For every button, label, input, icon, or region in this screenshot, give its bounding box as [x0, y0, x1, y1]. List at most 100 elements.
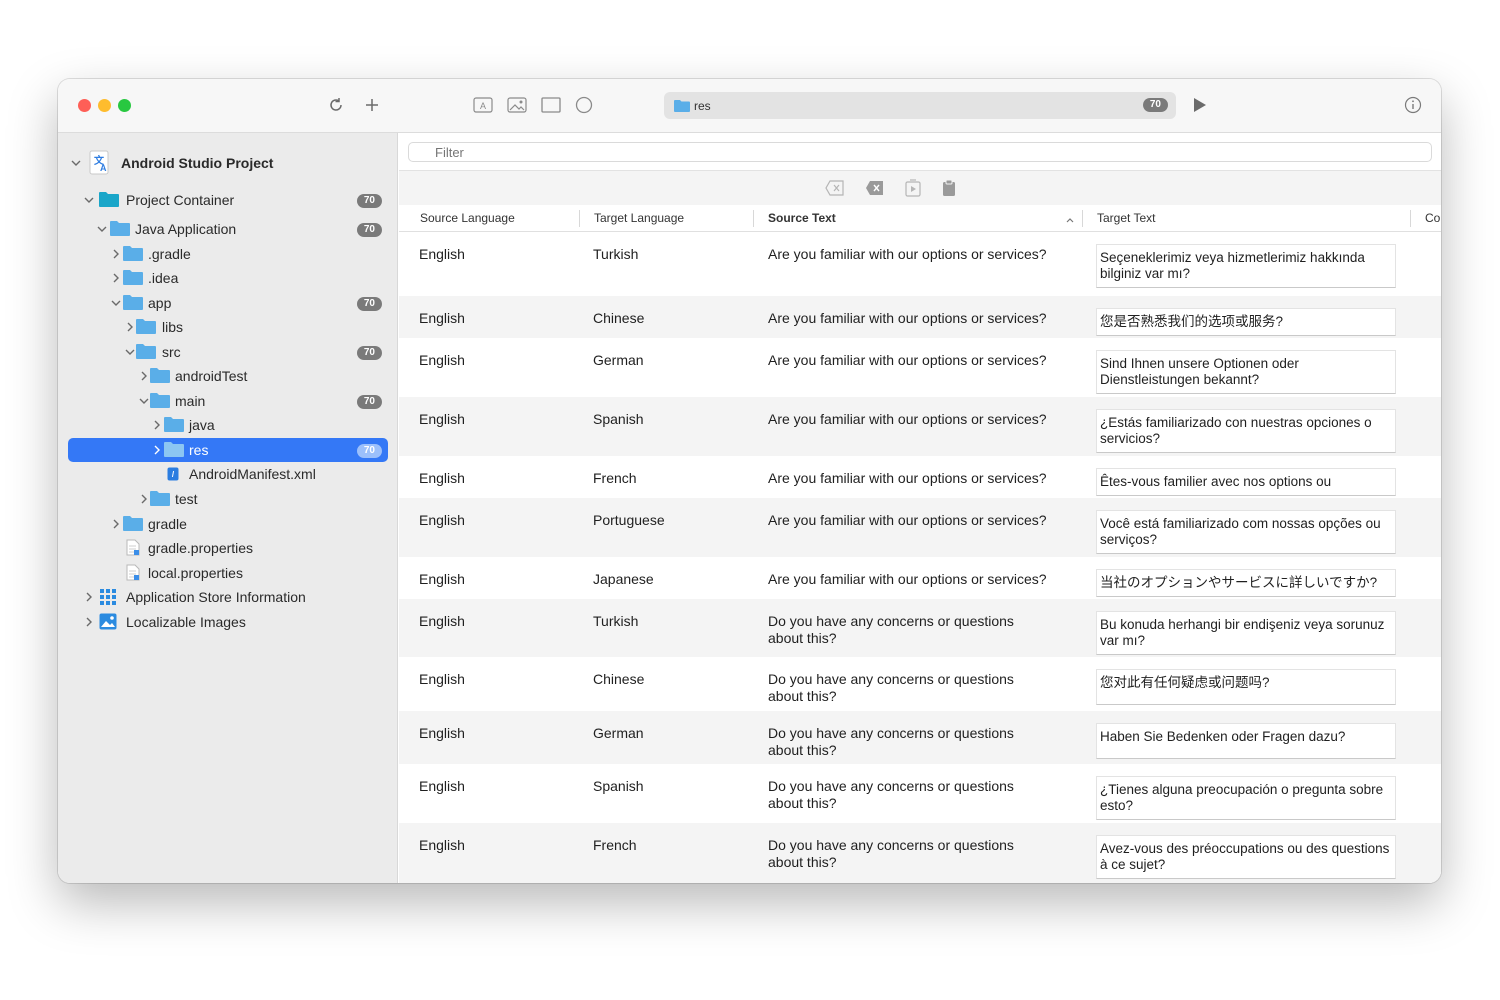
- text-asset-icon[interactable]: A: [471, 93, 495, 117]
- cell-source-text: Do you have any concerns or questions ab…: [768, 837, 1014, 870]
- table-row[interactable]: English Chinese Are you familiar with ou…: [399, 296, 1441, 338]
- clipboard-icon[interactable]: [939, 179, 959, 197]
- clear-translation-icon[interactable]: [825, 179, 845, 197]
- target-text-field[interactable]: 您是否熟悉我们的选项或服务?: [1096, 308, 1396, 336]
- table-row[interactable]: English Portuguese Are you familiar with…: [399, 498, 1441, 557]
- target-text-field[interactable]: Avez-vous des préoccupations ou des ques…: [1096, 835, 1396, 879]
- chevron-right-icon[interactable]: [139, 371, 149, 381]
- chevron-down-icon[interactable]: [84, 195, 94, 205]
- sidebar-item-local-properties[interactable]: local.properties: [68, 561, 388, 585]
- sidebar-item-label: Java Application: [135, 221, 237, 237]
- table-row[interactable]: English Turkish Are you familiar with ou…: [399, 232, 1441, 296]
- table-row[interactable]: English French Are you familiar with our…: [399, 456, 1441, 498]
- chevron-right-icon[interactable]: [84, 592, 94, 602]
- sidebar-item-gradle[interactable]: gradle: [68, 512, 388, 536]
- table-row[interactable]: English French Do you have any concerns …: [399, 823, 1441, 883]
- chevron-down-icon[interactable]: [125, 347, 135, 357]
- table-row[interactable]: English Chinese Do you have any concerns…: [399, 657, 1441, 711]
- chevron-right-icon[interactable]: [139, 494, 149, 504]
- add-icon[interactable]: [360, 93, 384, 117]
- cell-source-language: English: [419, 778, 465, 794]
- sidebar-item-label: java: [189, 417, 215, 433]
- zoom-window-button[interactable]: [118, 99, 131, 112]
- filter-input[interactable]: [408, 142, 1432, 162]
- target-text-field[interactable]: Êtes-vous familier avec nos options ou: [1096, 468, 1396, 496]
- cell-source-language: English: [419, 352, 465, 368]
- table-row[interactable]: English German Do you have any concerns …: [399, 711, 1441, 764]
- sidebar-item-test[interactable]: test: [68, 487, 388, 511]
- sort-ascending-icon[interactable]: [1065, 212, 1075, 230]
- sidebar-item-dot-idea[interactable]: .idea: [68, 266, 388, 290]
- target-text-field[interactable]: Bu konuda herhangi bir endişeniz veya so…: [1096, 611, 1396, 655]
- chevron-right-icon[interactable]: [111, 249, 121, 259]
- sidebar-item-main[interactable]: main 70: [68, 389, 388, 413]
- image-asset-icon[interactable]: [505, 93, 529, 117]
- column-separator[interactable]: [579, 210, 580, 227]
- chevron-down-icon[interactable]: [139, 396, 149, 406]
- column-header-target-language[interactable]: Target Language: [594, 211, 684, 225]
- rectangle-icon[interactable]: [539, 93, 563, 117]
- app-window: A res 70 文A Android Studio Project Proje…: [58, 79, 1441, 883]
- folder-icon: [674, 99, 690, 117]
- target-text-field[interactable]: 当社のオプションやサービスに詳しいですか?: [1096, 569, 1396, 597]
- column-header-source-text[interactable]: Source Text: [768, 211, 836, 225]
- sidebar-item-libs[interactable]: libs: [68, 315, 388, 339]
- sidebar-item-gradle-properties[interactable]: gradle.properties: [68, 536, 388, 560]
- path-bar[interactable]: res 70: [664, 92, 1176, 119]
- minimize-window-button[interactable]: [98, 99, 111, 112]
- column-separator[interactable]: [1410, 210, 1411, 227]
- play-icon[interactable]: [1188, 93, 1212, 117]
- chevron-down-icon[interactable]: [111, 298, 121, 308]
- close-window-button[interactable]: [78, 99, 91, 112]
- target-text-field[interactable]: ¿Tienes alguna preocupación o pregunta s…: [1096, 776, 1396, 820]
- column-header-comment[interactable]: Co: [1425, 211, 1440, 225]
- chevron-right-icon[interactable]: [111, 519, 121, 529]
- sidebar-item-java[interactable]: java: [68, 413, 388, 437]
- table-row[interactable]: English Turkish Do you have any concerns…: [399, 599, 1441, 657]
- chevron-down-icon[interactable]: [71, 158, 81, 168]
- sidebar-item-project-container[interactable]: Project Container 70: [68, 188, 388, 212]
- sidebar-item-androidtest[interactable]: androidTest: [68, 364, 388, 388]
- sidebar-item-androidmanifest[interactable]: / AndroidManifest.xml: [68, 462, 388, 486]
- sidebar-item-app[interactable]: app 70: [68, 291, 388, 315]
- refresh-icon[interactable]: [324, 93, 348, 117]
- sidebar-item-label: src: [162, 344, 181, 360]
- sidebar-item-localizable-images[interactable]: Localizable Images: [68, 610, 388, 634]
- target-text-field[interactable]: 您对此有任何疑虑或问题吗?: [1096, 669, 1396, 705]
- cell-source-language: English: [419, 470, 465, 486]
- target-text-field[interactable]: Você está familiarizado com nossas opçõe…: [1096, 510, 1396, 554]
- target-text-field[interactable]: Sind Ihnen unsere Optionen oder Dienstle…: [1096, 350, 1396, 394]
- sidebar-item-res[interactable]: res 70: [68, 438, 388, 462]
- sidebar-item-src[interactable]: src 70: [68, 340, 388, 364]
- sidebar-item-java-application[interactable]: Java Application 70: [68, 217, 388, 241]
- table-row[interactable]: English Japanese Are you familiar with o…: [399, 557, 1441, 599]
- cell-source-text: Are you familiar with our options or ser…: [768, 246, 1047, 262]
- info-icon[interactable]: [1401, 93, 1425, 117]
- table-row[interactable]: English Spanish Do you have any concerns…: [399, 764, 1441, 823]
- chevron-down-icon[interactable]: [97, 224, 107, 234]
- sidebar-item-application-store-information[interactable]: Application Store Information: [68, 585, 388, 609]
- table-row[interactable]: English German Are you familiar with our…: [399, 338, 1441, 397]
- column-separator[interactable]: [753, 210, 754, 227]
- folder-icon: [123, 245, 143, 264]
- column-separator[interactable]: [1082, 210, 1083, 227]
- folder-icon: [150, 392, 170, 411]
- delete-translation-icon[interactable]: [865, 179, 885, 197]
- target-text-field[interactable]: ¿Estás familiarizado con nuestras opcion…: [1096, 409, 1396, 453]
- circle-icon[interactable]: [572, 93, 596, 117]
- translate-action-icon[interactable]: [903, 179, 923, 197]
- chevron-right-icon[interactable]: [84, 617, 94, 627]
- sidebar-item-label: .idea: [148, 270, 179, 286]
- table-row[interactable]: English Spanish Are you familiar with ou…: [399, 397, 1441, 456]
- column-header-target-text[interactable]: Target Text: [1097, 211, 1155, 225]
- chevron-right-icon[interactable]: [152, 420, 162, 430]
- chevron-right-icon[interactable]: [152, 445, 162, 455]
- sidebar-item-label: local.properties: [148, 565, 243, 581]
- sidebar-project-root[interactable]: 文A Android Studio Project: [68, 150, 388, 175]
- target-text-field[interactable]: Haben Sie Bedenken oder Fragen dazu?: [1096, 723, 1396, 759]
- chevron-right-icon[interactable]: [125, 322, 135, 332]
- target-text-field[interactable]: Seçeneklerimiz veya hizmetlerimiz hakkın…: [1096, 244, 1396, 288]
- chevron-right-icon[interactable]: [111, 273, 121, 283]
- sidebar-item-dot-gradle[interactable]: .gradle: [68, 242, 388, 266]
- column-header-source-language[interactable]: Source Language: [420, 211, 515, 225]
